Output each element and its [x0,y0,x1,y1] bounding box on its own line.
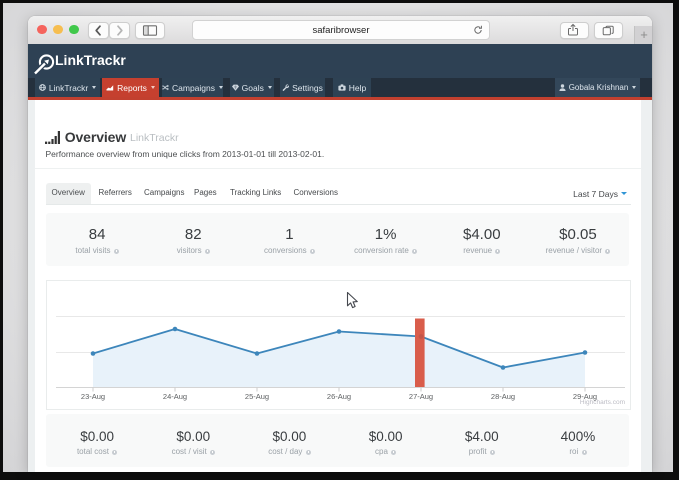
svg-text:24-Aug: 24-Aug [163,392,187,401]
svg-text:27-Aug: 27-Aug [409,392,433,401]
svg-text:26-Aug: 26-Aug [327,392,351,401]
svg-text:28-Aug: 28-Aug [491,392,515,401]
svg-text:Highcharts.com: Highcharts.com [580,399,625,406]
svg-text:23-Aug: 23-Aug [81,392,105,401]
svg-text:25-Aug: 25-Aug [245,392,269,401]
